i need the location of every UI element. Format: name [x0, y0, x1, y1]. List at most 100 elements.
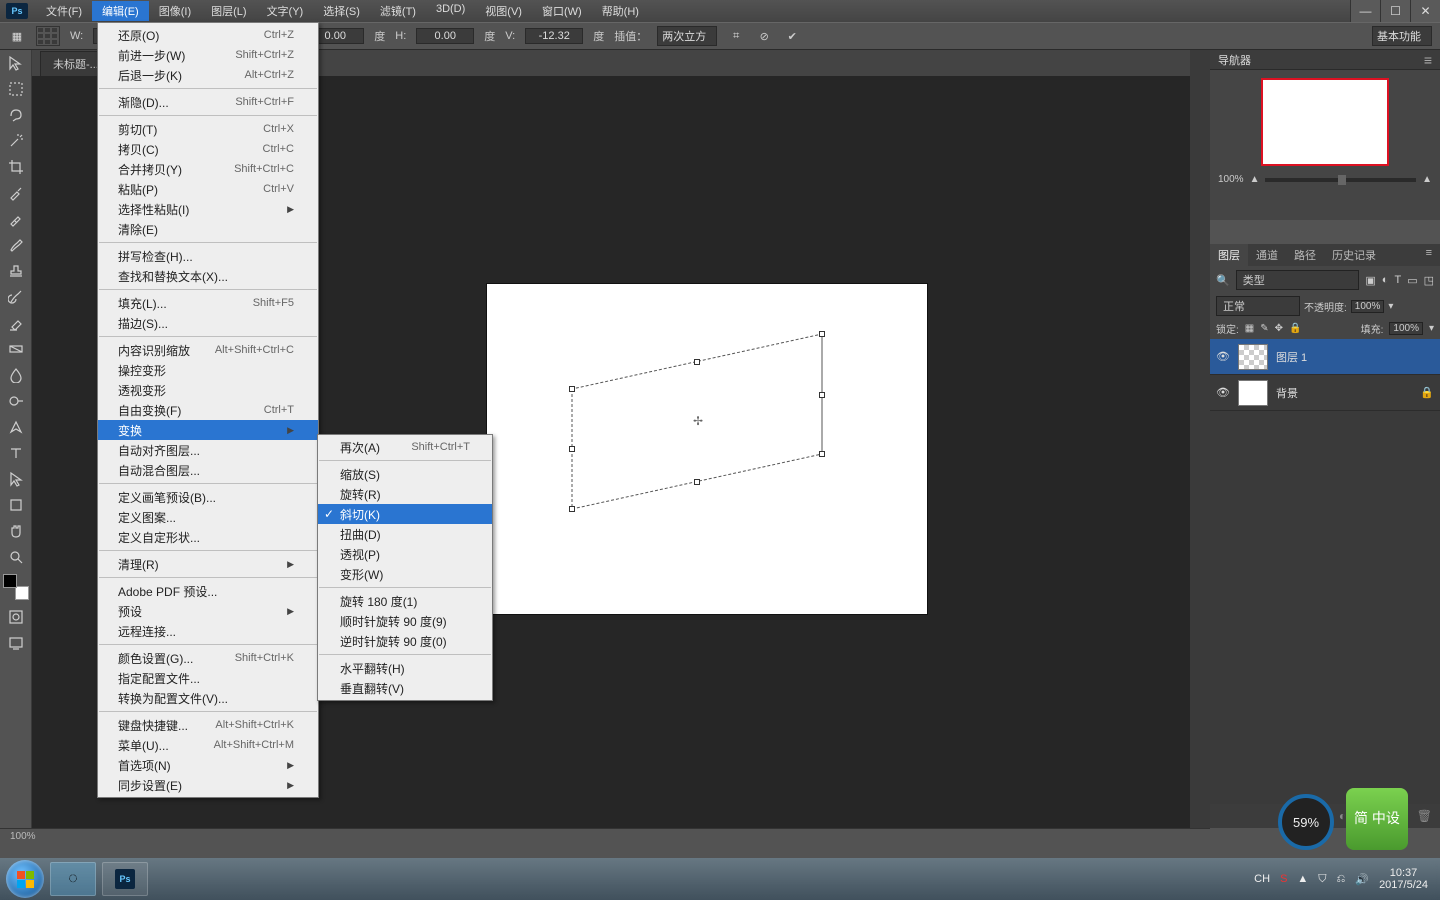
menubar-item[interactable]: 文件(F) [36, 1, 92, 21]
menu-item[interactable]: 键盘快捷键...Alt+Shift+Ctrl+K [98, 715, 318, 735]
transform-handle[interactable] [569, 506, 575, 512]
menu-item[interactable]: 同步设置(E)▶ [98, 775, 318, 795]
tray-security-icon[interactable]: ⛉ [1318, 873, 1326, 886]
crop-tool[interactable] [0, 154, 32, 180]
tray-clock[interactable]: 10:37 2017/5/24 [1379, 867, 1428, 891]
fill-field[interactable]: 100% [1389, 322, 1423, 335]
panel-menu-icon[interactable]: ≡ [1418, 244, 1440, 266]
layer-row[interactable]: 👁背景🔒 [1210, 375, 1440, 411]
fg-bg-colors[interactable] [3, 574, 29, 600]
menu-item[interactable]: 透视变形 [98, 380, 318, 400]
blur-tool[interactable] [0, 362, 32, 388]
blend-mode-select[interactable]: 正常 [1216, 296, 1300, 316]
submenu-item[interactable]: 顺时针旋转 90 度(9) [318, 611, 492, 631]
menu-item[interactable]: 定义画笔预设(B)... [98, 487, 318, 507]
transform-handle[interactable] [819, 392, 825, 398]
delete-layer-icon[interactable]: 🗑 [1417, 809, 1432, 823]
menu-item[interactable]: 还原(O)Ctrl+Z [98, 25, 318, 45]
menu-item[interactable]: 选择性粘贴(I)▶ [98, 199, 318, 219]
menu-item[interactable]: 清除(E) [98, 219, 318, 239]
opacity-field[interactable]: 100% [1351, 300, 1385, 313]
panel-tab[interactable]: 图层 [1210, 244, 1248, 266]
reference-point-grid[interactable] [36, 26, 60, 46]
layer-thumbnail[interactable] [1238, 344, 1268, 370]
taskbar-app-photoshop[interactable]: Ps [102, 862, 148, 896]
commit-transform-icon[interactable]: ✔ [783, 27, 801, 45]
filter-type-icon[interactable]: T [1394, 274, 1401, 286]
submenu-item[interactable]: 逆时针旋转 90 度(0) [318, 631, 492, 651]
transform-handle[interactable] [819, 451, 825, 457]
gradient-tool[interactable] [0, 336, 32, 362]
menu-item[interactable]: 拷贝(C)Ctrl+C [98, 139, 318, 159]
tray-ime-icon[interactable]: S [1280, 873, 1287, 885]
search-icon[interactable]: 🔍 [1216, 274, 1230, 287]
zoom-out-icon[interactable]: ▲ [1250, 174, 1260, 185]
menu-item[interactable]: 定义自定形状... [98, 527, 318, 547]
warp-icon[interactable]: ⌗ [727, 27, 745, 45]
menu-item[interactable]: 远程连接... [98, 621, 318, 641]
panel-tab[interactable]: 路径 [1286, 244, 1324, 266]
h-skew-field[interactable]: 0.00 [416, 28, 474, 44]
eyedropper-tool[interactable] [0, 180, 32, 206]
menubar-item[interactable]: 选择(S) [313, 1, 370, 21]
quickmask-tool[interactable] [0, 604, 32, 630]
marquee-tool[interactable] [0, 76, 32, 102]
submenu-item[interactable]: 缩放(S) [318, 464, 492, 484]
menu-item[interactable]: 菜单(U)...Alt+Shift+Ctrl+M [98, 735, 318, 755]
tray-volume-icon[interactable]: 🔊 [1355, 873, 1369, 886]
workspace-switcher[interactable]: 基本功能 [1372, 26, 1432, 46]
shape-tool[interactable] [0, 492, 32, 518]
eraser-tool[interactable] [0, 310, 32, 336]
menu-item[interactable]: 首选项(N)▶ [98, 755, 318, 775]
menu-item[interactable]: 前进一步(W)Shift+Ctrl+Z [98, 45, 318, 65]
screenmode-tool[interactable] [0, 630, 32, 656]
menubar-item[interactable]: 图层(L) [201, 1, 256, 21]
zoom-slider[interactable] [1265, 178, 1416, 182]
menu-item[interactable]: Adobe PDF 预设... [98, 581, 318, 601]
pen-tool[interactable] [0, 414, 32, 440]
submenu-item[interactable]: 透视(P) [318, 544, 492, 564]
document-canvas[interactable]: ✢ [487, 284, 927, 614]
cancel-transform-icon[interactable]: ⊘ [755, 27, 773, 45]
zoom-tool[interactable] [0, 544, 32, 570]
menu-item[interactable]: 颜色设置(G)...Shift+Ctrl+K [98, 648, 318, 668]
menu-item[interactable]: 查找和替换文本(X)... [98, 266, 318, 286]
lock-all-icon[interactable]: 🔒 [1289, 323, 1301, 334]
menubar-item[interactable]: 帮助(H) [592, 1, 649, 21]
interp-select[interactable]: 两次立方 [657, 26, 717, 46]
submenu-item[interactable]: ✓斜切(K) [318, 504, 492, 524]
submenu-item[interactable]: 水平翻转(H) [318, 658, 492, 678]
lasso-tool[interactable] [0, 102, 32, 128]
transform-handle[interactable] [819, 331, 825, 337]
tray-flag-icon[interactable]: ▲ [1297, 873, 1308, 885]
brush-tool[interactable] [0, 232, 32, 258]
menu-item[interactable]: 变换▶ [98, 420, 318, 440]
menu-item[interactable]: 自动混合图层... [98, 460, 318, 480]
healing-tool[interactable] [0, 206, 32, 232]
submenu-item[interactable]: 垂直翻转(V) [318, 678, 492, 698]
menu-item[interactable]: 合并拷贝(Y)Shift+Ctrl+C [98, 159, 318, 179]
menubar-item[interactable]: 3D(D) [426, 1, 475, 21]
menubar-item[interactable]: 编辑(E) [92, 1, 149, 21]
menu-item[interactable]: 粘贴(P)Ctrl+V [98, 179, 318, 199]
menu-item[interactable]: 内容识别缩放Alt+Shift+Ctrl+C [98, 340, 318, 360]
type-tool[interactable] [0, 440, 32, 466]
wand-tool[interactable] [0, 128, 32, 154]
panel-tab[interactable]: 通道 [1248, 244, 1286, 266]
menu-item[interactable]: 自由变换(F)Ctrl+T [98, 400, 318, 420]
move-tool[interactable] [0, 50, 32, 76]
menubar-item[interactable]: 视图(V) [475, 1, 532, 21]
tray-lang[interactable]: CH [1254, 873, 1270, 885]
v-skew-field[interactable]: -12.32 [525, 28, 583, 44]
menu-item[interactable]: 描边(S)... [98, 313, 318, 333]
stamp-tool[interactable] [0, 258, 32, 284]
filter-shape-icon[interactable]: ▭ [1407, 274, 1417, 287]
submenu-item[interactable]: 旋转 180 度(1) [318, 591, 492, 611]
lock-paint-icon[interactable]: ✎ [1260, 323, 1268, 334]
visibility-icon[interactable]: 👁 [1216, 386, 1230, 400]
menubar-item[interactable]: 窗口(W) [532, 1, 592, 21]
lock-move-icon[interactable]: ✥ [1275, 323, 1283, 334]
menu-item[interactable]: 拼写检查(H)... [98, 246, 318, 266]
submenu-item[interactable]: 旋转(R) [318, 484, 492, 504]
menu-item[interactable]: 填充(L)...Shift+F5 [98, 293, 318, 313]
